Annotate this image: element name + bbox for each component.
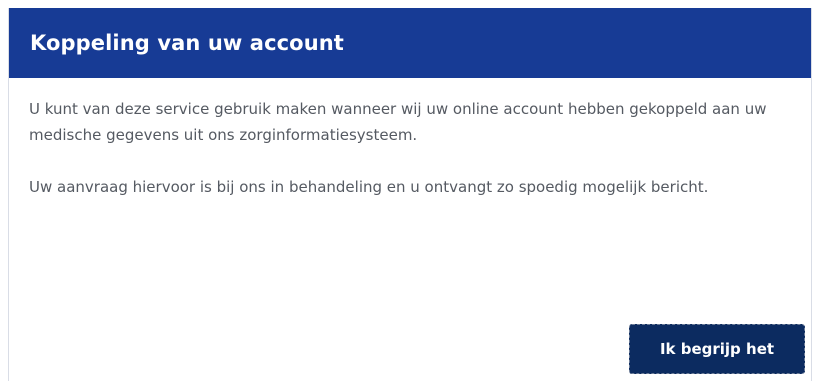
acknowledge-button[interactable]: Ik begrijp het — [629, 324, 805, 374]
account-link-dialog: Koppeling van uw account U kunt van deze… — [8, 8, 812, 381]
dialog-message-paragraph: U kunt van deze service gebruik maken wa… — [29, 100, 767, 144]
dialog-status-paragraph: Uw aanvraag hiervoor is bij ons in behan… — [29, 178, 709, 196]
dialog-header: Koppeling van uw account — [9, 8, 811, 78]
dialog-body: U kunt van deze service gebruik maken wa… — [9, 78, 811, 200]
dialog-title: Koppeling van uw account — [30, 31, 344, 55]
